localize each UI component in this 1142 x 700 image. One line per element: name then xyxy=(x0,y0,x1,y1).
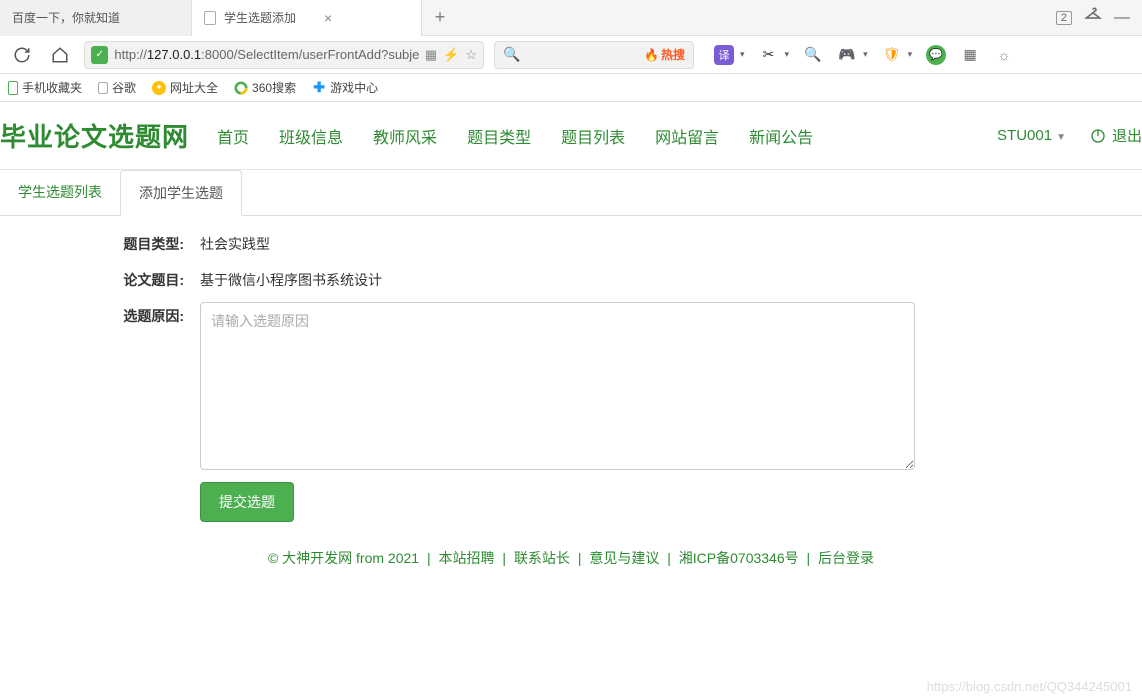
footer-link[interactable]: 后台登录 xyxy=(818,550,874,566)
360-icon xyxy=(234,81,248,95)
submit-button[interactable]: 提交选题 xyxy=(200,482,294,522)
close-icon[interactable]: × xyxy=(324,10,332,26)
value-topic-type: 社会实践型 xyxy=(200,230,270,254)
security-icon[interactable]: 🛡 xyxy=(882,45,902,65)
theme-icon[interactable]: ☼ xyxy=(994,45,1014,65)
qr-icon[interactable]: ▦ xyxy=(425,47,437,63)
address-bar[interactable]: ✓ http://127.0.0.1:8000/SelectItem/userF… xyxy=(84,41,484,69)
wardrobe-icon[interactable] xyxy=(1084,6,1102,29)
footer-link[interactable]: 意见与建议 xyxy=(589,550,659,566)
hot-search-label[interactable]: 🔥热搜 xyxy=(644,46,685,63)
gamepad-icon[interactable]: 🎮 xyxy=(837,45,857,65)
browser-tab-active[interactable]: 学生选题添加 × xyxy=(192,0,422,36)
shield-icon: ✓ xyxy=(91,46,108,64)
search-icon: 🔍 xyxy=(503,46,520,63)
url-bar: ✓ http://127.0.0.1:8000/SelectItem/userF… xyxy=(0,36,1142,74)
nav-news[interactable]: 新闻公告 xyxy=(749,124,813,148)
reason-textarea[interactable] xyxy=(200,302,915,470)
nav-topic-type[interactable]: 题目类型 xyxy=(467,124,531,148)
footer-link[interactable]: 湘ICP备0703346号 xyxy=(679,550,799,566)
browser-tab-strip: 百度一下，你就知道 学生选题添加 × + 2 — xyxy=(0,0,1142,36)
bolt-icon[interactable]: ⚡ xyxy=(443,47,459,63)
reload-button[interactable] xyxy=(8,41,36,69)
nav-guestbook[interactable]: 网站留言 xyxy=(655,124,719,148)
site-nav: 毕业论文选题网 首页 班级信息 教师风采 题目类型 题目列表 网站留言 新闻公告… xyxy=(0,102,1142,170)
globe-icon: ✦ xyxy=(152,81,166,95)
label-topic-type: 题目类型: xyxy=(0,230,200,254)
nav-links: 首页 班级信息 教师风采 题目类型 题目列表 网站留言 新闻公告 xyxy=(217,124,813,148)
home-button[interactable] xyxy=(46,41,74,69)
nav-home[interactable]: 首页 xyxy=(217,124,249,148)
page-icon xyxy=(204,11,216,25)
browser-tab-inactive[interactable]: 百度一下，你就知道 xyxy=(0,0,192,36)
bookmark-item[interactable]: ✚游戏中心 xyxy=(312,79,378,96)
footer-link[interactable]: 联系站长 xyxy=(514,550,570,566)
label-reason: 选题原因: xyxy=(0,302,200,326)
star-icon[interactable]: ☆ xyxy=(465,47,477,63)
zoom-icon[interactable]: 🔍 xyxy=(803,45,823,65)
footer-copyright: © 大神开发网 from 2021 xyxy=(268,550,419,566)
url-text: http://127.0.0.1:8000/SelectItem/userFro… xyxy=(114,47,418,62)
bookmark-item[interactable]: 360搜索 xyxy=(234,79,296,96)
label-thesis-title: 论文题目: xyxy=(0,266,200,290)
apps-grid-icon[interactable]: ▦ xyxy=(960,45,980,65)
tab-title: 百度一下，你就知道 xyxy=(12,9,120,26)
page-icon xyxy=(98,82,108,94)
tab-topic-list[interactable]: 学生选题列表 xyxy=(0,170,120,215)
form-area: 题目类型: 社会实践型 论文题目: 基于微信小程序图书系统设计 选题原因: 提交… xyxy=(0,216,1142,542)
translate-icon[interactable]: 译 xyxy=(714,45,734,65)
value-thesis-title: 基于微信小程序图书系统设计 xyxy=(200,266,382,290)
footer: © 大神开发网 from 2021 | 本站招聘 | 联系站长 | 意见与建议 … xyxy=(0,542,1142,574)
nav-class-info[interactable]: 班级信息 xyxy=(279,124,343,148)
tab-add-topic[interactable]: 添加学生选题 xyxy=(120,170,242,216)
bookmark-item[interactable]: ✦网址大全 xyxy=(152,79,218,96)
user-dropdown[interactable]: STU001▼ xyxy=(997,127,1066,144)
chat-icon[interactable]: 💬 xyxy=(926,45,946,65)
nav-teachers[interactable]: 教师风采 xyxy=(373,124,437,148)
scissors-icon[interactable]: ✂ xyxy=(759,45,779,65)
plus-icon: ✚ xyxy=(312,81,326,95)
search-box[interactable]: 🔍 🔥热搜 xyxy=(494,41,694,69)
site-logo[interactable]: 毕业论文选题网 xyxy=(0,117,189,154)
footer-link[interactable]: 本站招聘 xyxy=(439,550,495,566)
minimize-icon[interactable]: — xyxy=(1114,9,1130,27)
phone-icon xyxy=(8,81,18,95)
page-tabs: 学生选题列表 添加学生选题 xyxy=(0,170,1142,216)
nav-topic-list[interactable]: 题目列表 xyxy=(561,124,625,148)
bookmarks-bar: 手机收藏夹 谷歌 ✦网址大全 360搜索 ✚游戏中心 xyxy=(0,74,1142,102)
tab-count-badge[interactable]: 2 xyxy=(1056,11,1072,25)
tab-title: 学生选题添加 xyxy=(224,9,296,26)
watermark: https://blog.csdn.net/QQ344245001 xyxy=(927,679,1132,694)
power-icon xyxy=(1090,128,1106,144)
bookmark-item[interactable]: 谷歌 xyxy=(98,79,136,96)
logout-button[interactable]: 退出 xyxy=(1090,125,1142,146)
bookmark-item[interactable]: 手机收藏夹 xyxy=(8,79,82,96)
toolbar-icons: 译▾ ✂▾ 🔍 🎮▾ 🛡▾ 💬 ▦ ☼ xyxy=(714,45,1014,65)
new-tab-button[interactable]: + xyxy=(422,7,458,28)
